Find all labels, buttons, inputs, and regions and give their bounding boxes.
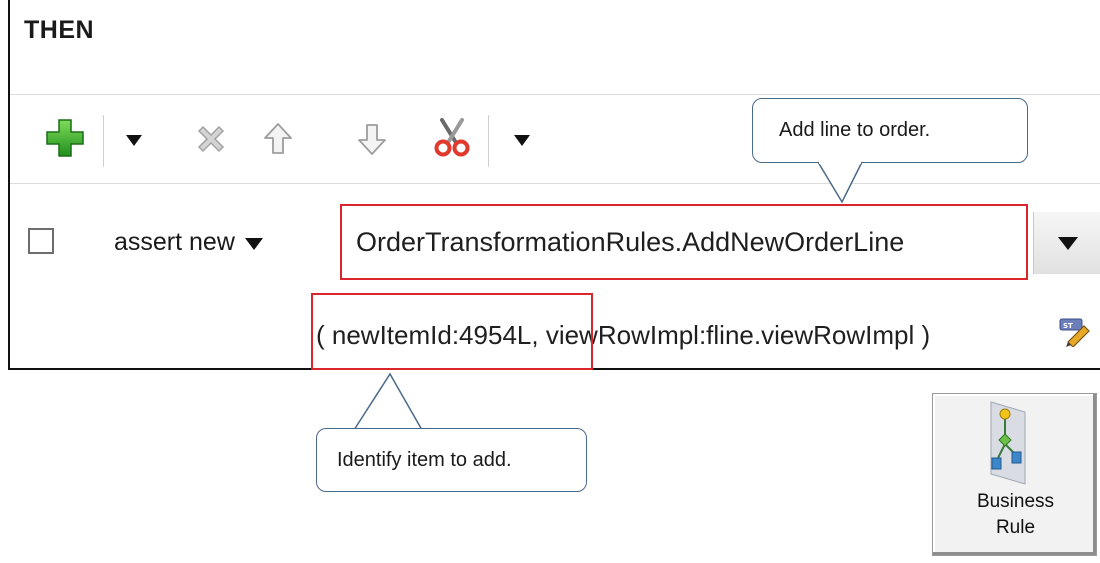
scissors-cut-icon xyxy=(434,118,470,157)
chevron-down-icon xyxy=(514,134,530,146)
add-button[interactable] xyxy=(40,115,90,161)
more-options-dropdown[interactable] xyxy=(508,128,536,152)
argument-view-row-impl[interactable]: viewRowImpl:fline.viewRowImpl ) xyxy=(539,320,930,350)
fact-type-field[interactable]: OrderTransformationRules.AddNewOrderLine xyxy=(340,204,1028,280)
business-rule-label: Business Rule xyxy=(933,489,1098,541)
plus-add-icon xyxy=(46,119,84,157)
toolbar-separator xyxy=(488,115,489,167)
fact-type-value: OrderTransformationRules.AddNewOrderLine xyxy=(356,226,905,257)
expression-edit-icon: ST xyxy=(1059,318,1090,348)
chevron-down-icon xyxy=(244,238,263,250)
arrow-up-icon xyxy=(264,123,292,154)
arrow-down-icon xyxy=(358,124,386,155)
argument-highlight-box xyxy=(311,293,593,370)
panel-title: THEN xyxy=(24,16,95,44)
callout-identify-item-text: Identify item to add. xyxy=(337,448,512,471)
callout-add-line-pointer xyxy=(817,161,863,204)
business-rule-tile[interactable]: Business Rule xyxy=(932,393,1097,556)
callout-identify-item-pointer xyxy=(353,372,423,431)
expression-edit-button[interactable]: ST xyxy=(1058,315,1092,352)
cut-button[interactable] xyxy=(430,115,474,161)
fact-type-dropdown-button[interactable] xyxy=(1033,212,1100,274)
toolbar-divider xyxy=(10,183,1100,184)
row-select-checkbox[interactable] xyxy=(28,228,54,254)
callout-add-line: Add line to order. xyxy=(752,98,1028,163)
business-rule-label-line1: Business xyxy=(976,491,1055,512)
action-type-selector[interactable]: assert new xyxy=(114,228,263,257)
title-divider xyxy=(10,94,1100,95)
svg-text:ST: ST xyxy=(1063,322,1073,330)
screenshot-stage: THEN assert new OrderTransformationRules… xyxy=(0,0,1100,563)
move-up-button[interactable] xyxy=(258,118,298,160)
add-options-dropdown[interactable] xyxy=(120,128,148,152)
chevron-down-icon xyxy=(126,134,142,146)
callout-add-line-text: Add line to order. xyxy=(779,119,931,141)
move-down-button[interactable] xyxy=(352,118,392,160)
callout-identify-item: Identify item to add. xyxy=(316,428,587,492)
business-rule-label-line2: Rule xyxy=(995,517,1036,538)
delete-button[interactable] xyxy=(190,118,232,160)
chevron-down-icon xyxy=(1057,236,1078,250)
business-rule-flow-icon xyxy=(990,401,1026,485)
delete-x-icon xyxy=(197,125,225,153)
toolbar-separator xyxy=(103,115,104,167)
action-type-label: assert new xyxy=(114,228,235,256)
